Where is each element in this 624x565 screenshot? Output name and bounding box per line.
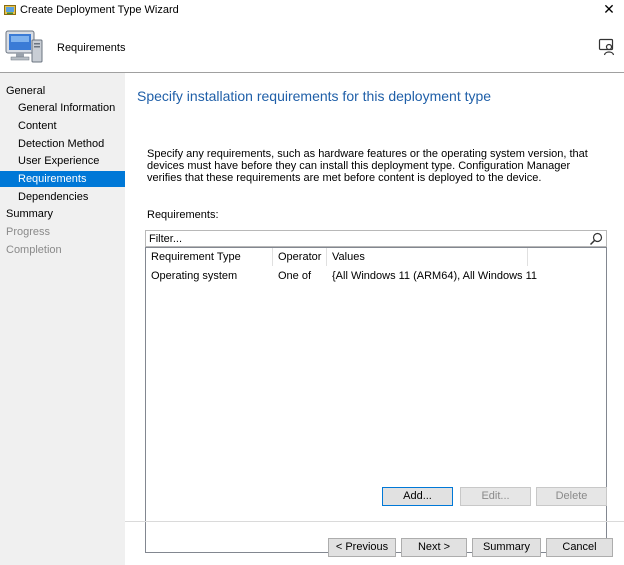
search-icon[interactable] <box>589 232 603 246</box>
help-person-icon[interactable] <box>598 38 616 56</box>
filter-input[interactable]: Filter... <box>145 230 607 247</box>
page-name: Requirements <box>57 42 126 54</box>
cell-values: {All Windows 11 (ARM64), All Windows 11 … <box>332 270 539 282</box>
add-button[interactable]: Add... <box>382 487 453 506</box>
sidebar-item-detection-method[interactable]: Detection Method <box>0 136 125 152</box>
footer-divider <box>125 521 624 522</box>
computer-monitor-icon <box>5 30 43 63</box>
cancel-button[interactable]: Cancel <box>546 538 613 557</box>
sidebar-item-progress: Progress <box>6 226 51 238</box>
title-bar: Create Deployment Type Wizard ✕ <box>0 0 624 22</box>
sidebar-item-requirements[interactable]: Requirements <box>0 171 125 187</box>
sidebar-item-general-information[interactable]: General Information <box>0 100 125 116</box>
previous-button[interactable]: < Previous <box>328 538 396 557</box>
sidebar-item-content[interactable]: Content <box>0 118 125 134</box>
filter-placeholder: Filter... <box>149 233 183 245</box>
sidebar-item-dependencies[interactable]: Dependencies <box>0 189 125 205</box>
cell-requirement-type: Operating system <box>151 270 238 282</box>
close-icon[interactable]: ✕ <box>600 2 618 18</box>
sidebar-item-user-experience[interactable]: User Experience <box>0 153 125 169</box>
window-title: Create Deployment Type Wizard <box>20 4 179 16</box>
sidebar-item-completion: Completion <box>6 244 62 256</box>
column-header-requirement-type[interactable]: Requirement Type <box>146 248 273 266</box>
cell-operator: One of <box>278 270 312 282</box>
table-header: Requirement Type Operator Values <box>146 248 606 266</box>
edit-button: Edit... <box>460 487 531 506</box>
column-header-values[interactable]: Values <box>327 248 528 266</box>
main-panel: Specify installation requirements for th… <box>125 73 624 565</box>
requirements-label: Requirements: <box>147 209 219 221</box>
page-heading: Specify installation requirements for th… <box>137 88 492 104</box>
table-row[interactable]: Operating system One of {All Windows 11 … <box>146 267 606 285</box>
wizard-steps-sidebar: General General Information Content Dete… <box>0 73 125 565</box>
column-header-operator[interactable]: Operator <box>273 248 327 266</box>
page-description: Specify any requirements, such as hardwa… <box>147 148 588 184</box>
delete-button: Delete <box>536 487 607 506</box>
sidebar-item-general[interactable]: General <box>0 83 125 99</box>
sidebar-item-summary[interactable]: Summary <box>0 206 125 222</box>
next-button[interactable]: Next > <box>401 538 467 557</box>
requirements-table[interactable]: Requirement Type Operator Values Operati… <box>145 247 607 553</box>
wizard-header: Requirements <box>0 22 624 72</box>
summary-button[interactable]: Summary <box>472 538 541 557</box>
wizard-app-icon <box>4 5 16 15</box>
